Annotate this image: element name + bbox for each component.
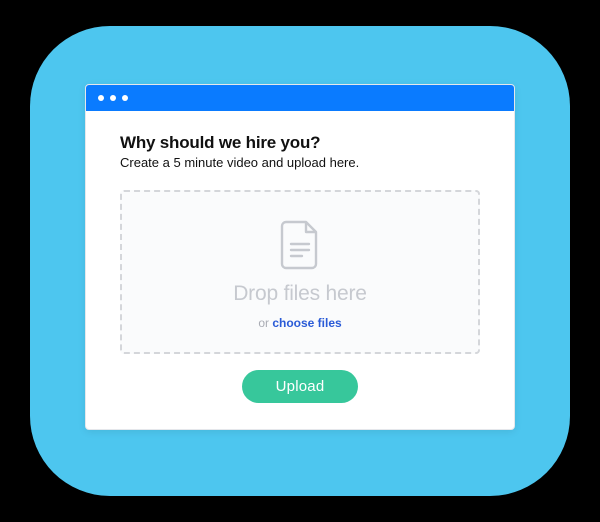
page-subheading: Create a 5 minute video and upload here. bbox=[120, 155, 480, 170]
upload-row: Upload bbox=[120, 370, 480, 403]
or-text: or bbox=[258, 316, 272, 330]
drop-text: Drop files here bbox=[233, 282, 367, 306]
window-control-dot[interactable] bbox=[110, 95, 116, 101]
choose-files-link[interactable]: choose files bbox=[272, 316, 341, 330]
file-icon bbox=[280, 220, 320, 270]
window-control-dot[interactable] bbox=[98, 95, 104, 101]
titlebar bbox=[86, 85, 514, 111]
page-heading: Why should we hire you? bbox=[120, 133, 480, 153]
content-area: Why should we hire you? Create a 5 minut… bbox=[86, 111, 514, 429]
upload-button[interactable]: Upload bbox=[242, 370, 359, 403]
browser-window: Why should we hire you? Create a 5 minut… bbox=[85, 84, 515, 430]
file-dropzone[interactable]: Drop files here or choose files bbox=[120, 190, 480, 354]
backdrop-panel: Why should we hire you? Create a 5 minut… bbox=[30, 26, 570, 496]
window-control-dot[interactable] bbox=[122, 95, 128, 101]
alt-upload-row: or choose files bbox=[258, 316, 341, 330]
